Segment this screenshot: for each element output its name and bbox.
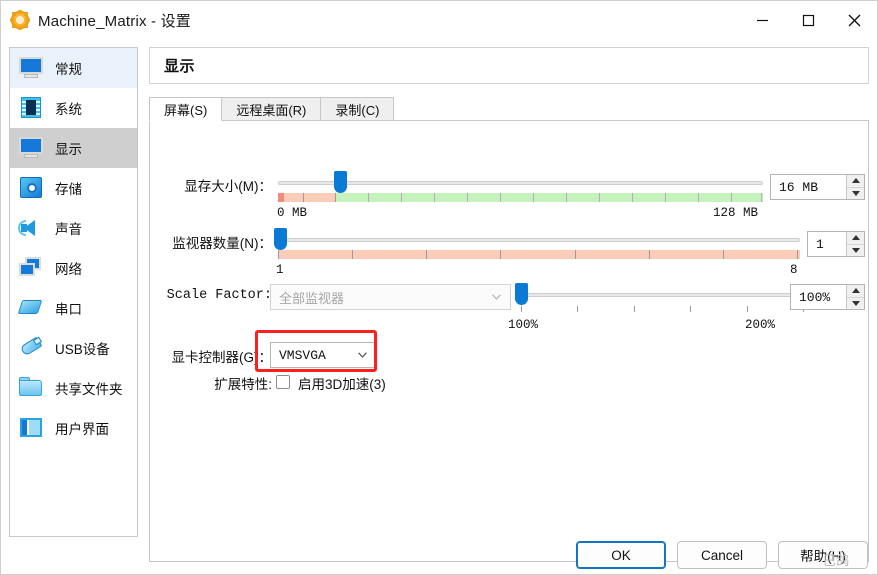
video-memory-label: 显存大小(M)： <box>184 179 272 194</box>
scale-factor-spinbox[interactable]: 100% <box>790 284 865 310</box>
graphics-controller-select[interactable]: VMSVGA <box>270 342 377 368</box>
graphics-controller-value: VMSVGA <box>279 347 326 363</box>
monitor-count-min-label: 1 <box>276 263 284 277</box>
video-memory-slider-handle[interactable] <box>334 171 347 193</box>
sidebar-item-system[interactable]: 系统 <box>10 88 137 128</box>
monitor-count-slider-handle[interactable] <box>274 228 287 250</box>
window-controls <box>739 1 877 39</box>
page-title: 显示 <box>164 58 196 75</box>
tab-bar[interactable]: 屏幕(S) 远程桌面(R) 录制(C) <box>149 97 869 121</box>
monitor-count-value: 1 <box>816 236 824 252</box>
dialog-body: 常规 系统 显示 存储 声音 网络 串口 USB设备 共享文件夹 用户界面 显示… <box>1 39 877 574</box>
usb-device-icon <box>17 335 45 361</box>
sidebar-item-label: 存储 <box>55 182 82 197</box>
sidebar-item-usb[interactable]: USB设备 <box>10 328 137 368</box>
shared-folder-icon <box>17 375 45 401</box>
sidebar-item-user-interface[interactable]: 用户界面 <box>10 408 137 448</box>
sidebar-item-label: 显示 <box>55 142 82 157</box>
sidebar-item-label: 声音 <box>55 222 82 237</box>
scale-factor-slider-handle[interactable] <box>515 283 528 305</box>
video-memory-max-label: 128 MB <box>713 206 759 220</box>
extended-features-label: 扩展特性: <box>214 377 272 392</box>
monitor-count-spinbox[interactable]: 1 <box>807 231 865 257</box>
scale-tick <box>690 306 691 312</box>
scale-tick <box>577 306 578 312</box>
cancel-button[interactable]: Cancel <box>677 541 767 569</box>
minimize-button[interactable] <box>739 1 785 39</box>
ok-button[interactable]: OK <box>576 541 666 569</box>
scale-factor-slider-groove[interactable] <box>520 293 805 297</box>
sidebar-item-label: 网络 <box>55 262 82 277</box>
monitor-general-icon <box>17 55 45 81</box>
monitor-count-label: 监视器数量(N)： <box>172 236 272 251</box>
monitor-count-max-label: 8 <box>790 263 798 277</box>
monitor-display-icon <box>17 135 45 161</box>
sidebar-item-general[interactable]: 常规 <box>10 48 137 88</box>
monitor-count-decrement-button[interactable] <box>847 245 864 257</box>
sidebar-item-label: 共享文件夹 <box>55 382 123 397</box>
sidebar-item-label: USB设备 <box>55 342 110 357</box>
speaker-audio-icon <box>17 215 45 241</box>
sidebar-item-label: 系统 <box>55 102 82 117</box>
tab-screen[interactable]: 屏幕(S) <box>149 97 223 121</box>
tab-remote-display[interactable]: 远程桌面(R) <box>221 97 322 121</box>
sidebar-item-audio[interactable]: 声音 <box>10 208 137 248</box>
sidebar-item-network[interactable]: 网络 <box>10 248 137 288</box>
scale-factor-decrement-button[interactable] <box>847 298 864 310</box>
sidebar-item-display[interactable]: 显示 <box>10 128 137 168</box>
maximize-button[interactable] <box>785 1 831 39</box>
tab-recording[interactable]: 录制(C) <box>320 97 395 121</box>
sidebar-item-shared-folders[interactable]: 共享文件夹 <box>10 368 137 408</box>
settings-sidebar[interactable]: 常规 系统 显示 存储 声音 网络 串口 USB设备 共享文件夹 用户界面 <box>9 47 138 537</box>
vbox-settings-icon <box>10 10 30 30</box>
video-memory-decrement-button[interactable] <box>847 188 864 200</box>
monitor-count-slider-groove[interactable] <box>278 238 800 242</box>
scale-tick <box>634 306 635 312</box>
enable-3d-acceleration-checkbox[interactable] <box>276 375 290 389</box>
video-memory-slider-groove[interactable] <box>278 181 763 185</box>
monitor-count-range-bar <box>278 250 800 259</box>
help-button[interactable]: 帮助(H) <box>778 541 868 569</box>
user-interface-icon <box>17 415 45 441</box>
sidebar-item-label: 用户界面 <box>55 422 109 437</box>
scale-factor-value: 100% <box>799 289 831 305</box>
settings-dialog: Machine_Matrix - 设置 常规 系统 显示 存储 声音 网络 串口… <box>0 0 878 575</box>
sidebar-item-serial-ports[interactable]: 串口 <box>10 288 137 328</box>
screen-tab-panel: 显存大小(M)： 0 MB 128 MB 16 MB 监视器数量(N)： 1 8… <box>149 120 869 562</box>
settings-pane: 显示 屏幕(S) 远程桌面(R) 录制(C) 显存大小(M)： 0 MB 128… <box>149 47 869 562</box>
serial-port-icon <box>17 295 45 321</box>
dialog-footer: OK Cancel 帮助(H) 巴鸽 <box>1 537 877 574</box>
graphics-controller-label: 显卡控制器(G)： <box>171 350 273 365</box>
pane-header: 显示 <box>149 47 869 84</box>
sidebar-item-label: 常规 <box>55 62 82 77</box>
window-title: Machine_Matrix - 设置 <box>38 12 192 30</box>
close-button[interactable] <box>831 1 877 39</box>
sidebar-item-label: 串口 <box>55 302 82 317</box>
video-memory-range-bar <box>278 193 763 202</box>
scale-factor-monitor-select[interactable]: 全部监视器 <box>270 284 511 310</box>
video-memory-spinbox[interactable]: 16 MB <box>770 174 865 200</box>
title-bar: Machine_Matrix - 设置 <box>1 1 877 39</box>
monitor-count-increment-button[interactable] <box>847 232 864 245</box>
video-memory-min-label: 0 MB <box>277 206 308 220</box>
scale-factor-increment-button[interactable] <box>847 285 864 298</box>
scale-factor-min-label: 100% <box>508 318 539 332</box>
scale-factor-label: Scale Factor: <box>166 288 272 303</box>
scale-factor-max-label: 200% <box>745 318 776 332</box>
scale-tick <box>521 306 522 312</box>
enable-3d-acceleration-label[interactable]: 启用3D加速(3) <box>298 373 386 393</box>
scale-factor-monitor-value: 全部监视器 <box>279 290 345 306</box>
network-icon <box>17 255 45 281</box>
chevron-down-icon <box>358 352 367 358</box>
video-memory-value: 16 MB <box>779 179 819 195</box>
sidebar-item-storage[interactable]: 存储 <box>10 168 137 208</box>
chevron-down-icon <box>492 294 501 300</box>
chip-system-icon <box>17 95 45 121</box>
scale-tick <box>747 306 748 312</box>
harddisk-storage-icon <box>17 175 45 201</box>
video-memory-increment-button[interactable] <box>847 175 864 188</box>
